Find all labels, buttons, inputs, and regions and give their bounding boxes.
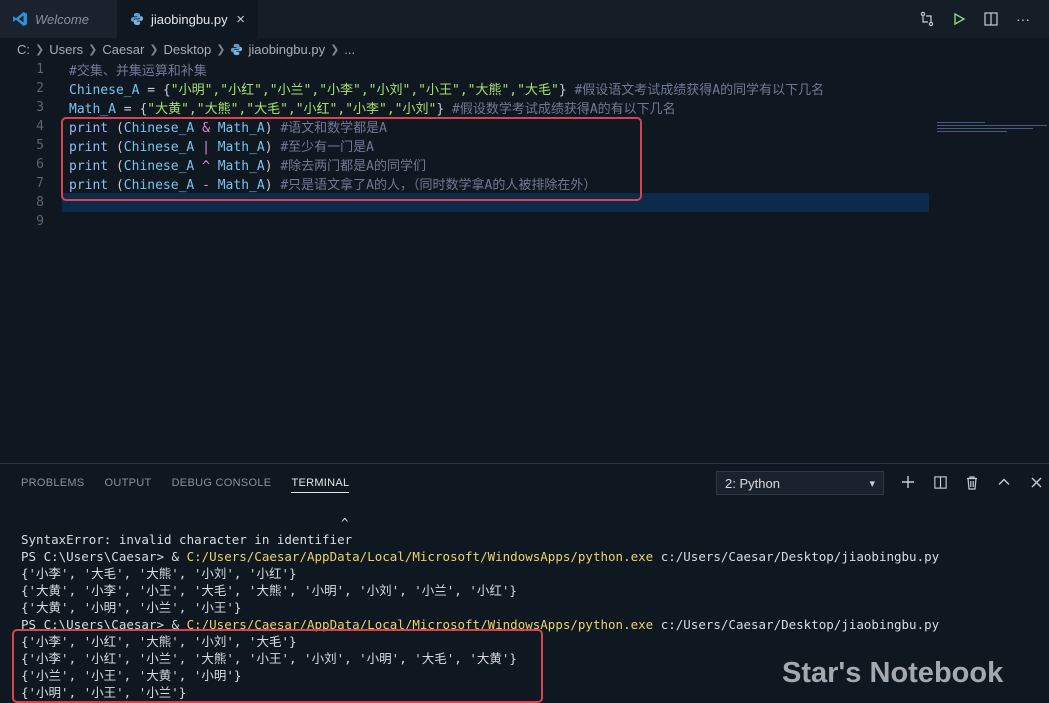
code-comment: #交集、并集运算和补集 — [69, 64, 207, 79]
code-line[interactable]: 8 — [0, 193, 44, 212]
code-comment: #假设语文考试成绩获得A的同学有以下几名 — [574, 83, 825, 98]
split-terminal-icon[interactable] — [932, 473, 948, 491]
line-number: 1 — [36, 62, 44, 77]
terminal-select-value: 2: Python — [725, 475, 780, 491]
chevron-right-icon: ❯ — [330, 43, 340, 56]
annotation-box-code — [61, 117, 642, 201]
code-line[interactable]: 1 #交集、并集运算和补集 — [0, 60, 207, 79]
terminal-script-path: c:/Users/Caesar/Desktop/jiaobingbu.py — [653, 549, 940, 564]
trash-icon[interactable] — [964, 473, 980, 491]
line-number: 5 — [36, 138, 44, 153]
breadcrumb-item[interactable]: Users — [49, 42, 83, 57]
chevron-down-icon: ▾ — [869, 477, 875, 490]
terminal-output-line: {'大黄', '小李', '小王', '大毛', '大熊', '小明', '小刘… — [21, 583, 517, 598]
terminal-output-line: {'小李', '大毛', '大熊', '小刘', '小红'} — [21, 566, 297, 581]
editor-tab-bar: Welcome jiaobingbu.py × ··· — [0, 0, 1049, 38]
tab-welcome-label: Welcome — [35, 11, 89, 27]
breadcrumb-item[interactable]: jiaobingbu.py — [248, 42, 325, 57]
line-number: 2 — [36, 81, 44, 96]
code-variable: Math_A — [69, 102, 116, 117]
terminal-prompt: PS C:\Users\Caesar> & — [21, 549, 187, 564]
tab-output[interactable]: OUTPUT — [105, 477, 152, 489]
python-file-icon — [231, 43, 243, 55]
terminal-output-line: {'大黄', '小明', '小兰', '小王'} — [21, 600, 242, 615]
tab-close-icon[interactable]: × — [236, 11, 245, 28]
code-line[interactable]: 4 print (Chinese_A & Math_A) #语文和数学都是A — [0, 117, 387, 136]
more-actions-icon[interactable]: ··· — [1015, 11, 1031, 27]
line-number: 8 — [36, 195, 44, 210]
bottom-panel: PROBLEMS OUTPUT DEBUG CONSOLE TERMINAL 2… — [0, 463, 1049, 703]
chevron-right-icon: ❯ — [216, 43, 226, 56]
code-punctuation: = { — [139, 83, 171, 98]
line-number: 7 — [36, 176, 44, 191]
code-punctuation: } — [558, 83, 575, 98]
python-file-icon — [131, 13, 143, 25]
annotation-box-output — [12, 629, 543, 703]
code-comment: #假设数学考试成绩获得A的有以下几名 — [452, 102, 676, 117]
code-line[interactable]: 9 — [0, 212, 44, 231]
line-number: 6 — [36, 157, 44, 172]
breadcrumb-item[interactable]: ... — [344, 42, 355, 57]
chevron-right-icon: ❯ — [35, 43, 45, 56]
code-line[interactable]: 7 print (Chinese_A - Math_A) #只是语文拿了A的人，… — [0, 174, 596, 193]
line-number: 9 — [36, 214, 44, 229]
code-variable: Chinese_A — [69, 83, 140, 98]
code-line[interactable]: 2 Chinese_A = {"小明","小红","小兰","小李","小刘",… — [0, 79, 824, 98]
tab-problems[interactable]: PROBLEMS — [21, 477, 85, 489]
maximize-panel-icon[interactable] — [996, 473, 1012, 491]
watermark: Star's Notebook — [782, 657, 1004, 689]
code-line[interactable]: 6 print (Chinese_A ^ Math_A) #除去两门都是A的同学… — [0, 155, 426, 174]
tab-file-label: jiaobingbu.py — [151, 11, 228, 27]
chevron-right-icon: ❯ — [88, 43, 98, 56]
terminal-select[interactable]: 2: Python ▾ — [716, 471, 884, 495]
compare-changes-icon[interactable] — [919, 11, 935, 27]
code-punctuation: } — [436, 102, 452, 117]
breadcrumb: C: ❯ Users ❯ Caesar ❯ Desktop ❯ jiaobing… — [0, 38, 1049, 60]
code-string: "小明","小红","小兰","小李","小刘","小王","大熊","大毛" — [170, 83, 559, 98]
run-icon[interactable] — [951, 11, 967, 27]
panel-tabs: PROBLEMS OUTPUT DEBUG CONSOLE TERMINAL — [21, 464, 350, 502]
terminal-python-path: C:/Users/Caesar/AppData/Local/Microsoft/… — [186, 549, 654, 564]
terminal-caret: ^ — [341, 515, 349, 530]
new-terminal-icon[interactable] — [900, 473, 916, 491]
breadcrumb-item[interactable]: Desktop — [164, 42, 212, 57]
tab-jiaobingbu[interactable]: jiaobingbu.py × — [118, 0, 258, 38]
minimap[interactable] — [937, 122, 1047, 136]
vscode-icon — [13, 12, 27, 26]
breadcrumb-item[interactable]: Caesar — [102, 42, 144, 57]
breadcrumb-item[interactable]: C: — [17, 42, 30, 57]
tab-welcome[interactable]: Welcome — [0, 0, 118, 38]
line-number: 3 — [36, 100, 44, 115]
close-panel-icon[interactable] — [1028, 473, 1044, 491]
terminal-script-path: c:/Users/Caesar/Desktop/jiaobingbu.py — [653, 617, 940, 632]
chevron-right-icon: ❯ — [149, 43, 159, 56]
editor-actions: ··· — [919, 0, 1049, 38]
tab-terminal[interactable]: TERMINAL — [291, 477, 350, 493]
split-editor-icon[interactable] — [983, 11, 999, 27]
code-line[interactable]: 3 Math_A = {"大黄","大熊","大毛","小红","小李","小刘… — [0, 98, 675, 117]
tab-debug-console[interactable]: DEBUG CONSOLE — [172, 477, 272, 489]
code-line[interactable]: 5 print (Chinese_A | Math_A) #至少有一门是A — [0, 136, 374, 155]
code-editor[interactable]: 1 #交集、并集运算和补集 2 Chinese_A = {"小明","小红","… — [0, 60, 1049, 462]
code-string: "大黄","大熊","大毛","小红","小李","小刘" — [147, 102, 437, 117]
line-number: 4 — [36, 119, 44, 134]
terminal-error-line: SyntaxError: invalid character in identi… — [21, 532, 353, 547]
code-punctuation: = { — [115, 102, 148, 117]
terminal-command-line: PS C:\Users\Caesar> & C:/Users/Caesar/Ap… — [21, 548, 939, 565]
panel-actions — [900, 473, 1044, 491]
